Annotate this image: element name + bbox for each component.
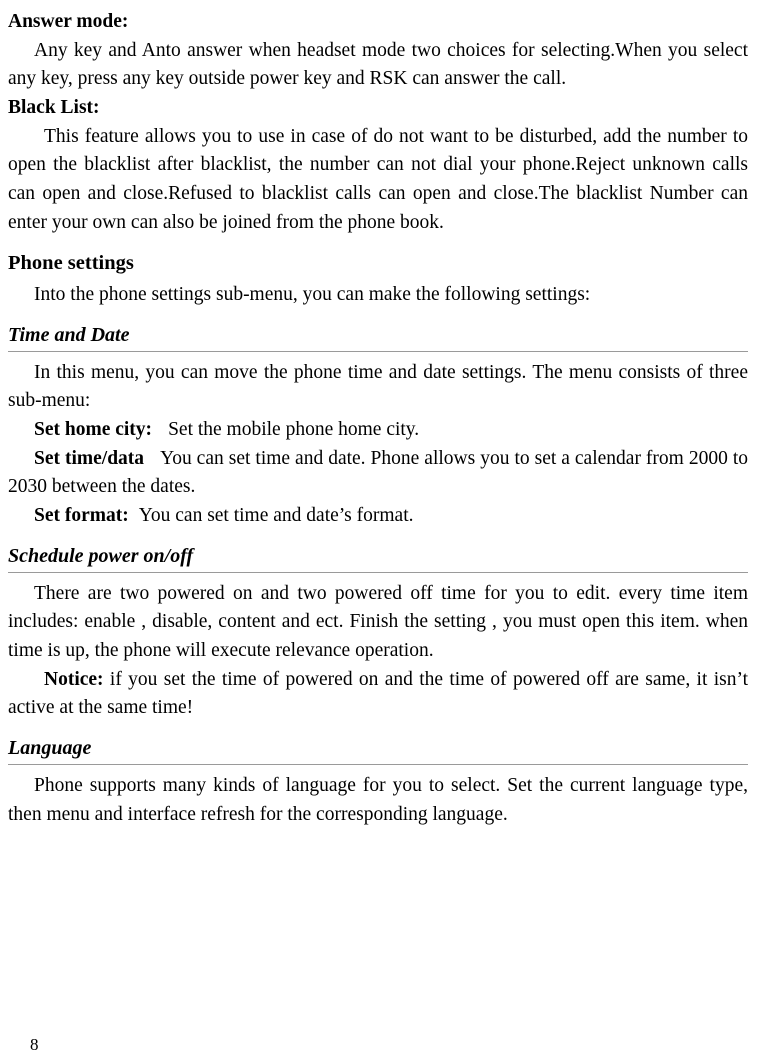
set-format-line: Set format: You can set time and date’s f… xyxy=(8,502,748,531)
schedule-power-heading: Schedule power on/off xyxy=(8,531,748,573)
schedule-power-paragraph: There are two powered on and two powered… xyxy=(8,582,748,661)
notice-paragraph: Notice: if you set the time of powered o… xyxy=(8,666,748,723)
page-number: 8 xyxy=(30,1035,39,1054)
set-home-city-label: Set home city: xyxy=(34,418,153,440)
document-page: Answer mode: Any key and Anto answer whe… xyxy=(0,0,762,1063)
set-time-data-line: Set time/data You can set time and date. … xyxy=(8,445,748,502)
answer-mode-paragraph: Any key and Anto answer when headset mod… xyxy=(8,39,748,90)
language-heading: Language xyxy=(8,723,748,765)
set-home-city-line: Set home city: Set the mobile phone home … xyxy=(8,416,748,445)
black-list-paragraph: This feature allows you to use in case o… xyxy=(8,125,748,233)
set-home-city-description: Set the mobile phone home city. xyxy=(168,418,420,440)
set-time-data-label: Set time/data xyxy=(34,447,145,469)
answer-mode-heading: Answer mode: xyxy=(8,11,129,32)
set-format-description: You can set time and date’s format. xyxy=(138,504,414,526)
time-and-date-paragraph: In this menu, you can move the phone tim… xyxy=(8,361,748,412)
notice-text: if you set the time of powered on and th… xyxy=(8,668,749,719)
black-list-heading: Black List: xyxy=(8,96,100,118)
notice-label: Notice: xyxy=(44,668,104,690)
phone-settings-heading: Phone settings xyxy=(8,252,134,275)
language-paragraph: Phone supports many kinds of language fo… xyxy=(8,774,748,825)
phone-settings-paragraph: Into the phone settings sub-menu, you ca… xyxy=(34,284,591,305)
time-and-date-heading: Time and Date xyxy=(8,310,748,352)
set-format-label: Set format: xyxy=(34,504,129,526)
